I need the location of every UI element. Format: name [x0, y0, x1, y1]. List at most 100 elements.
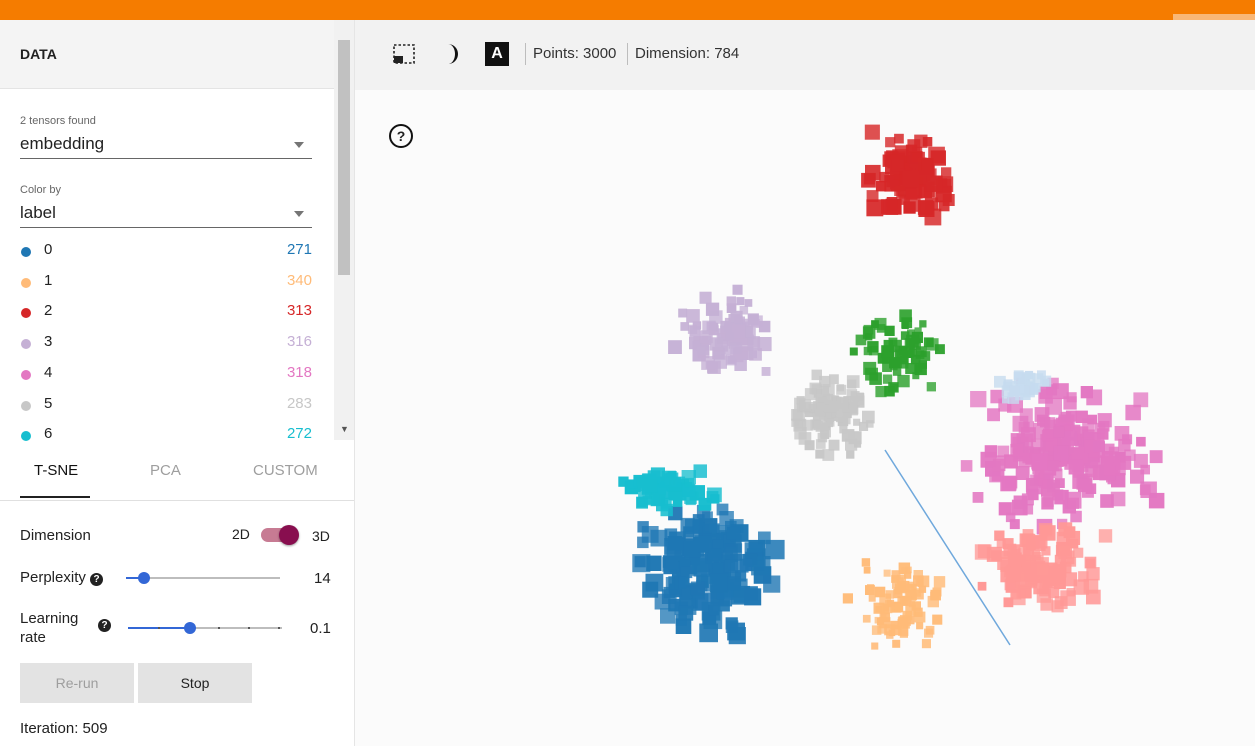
embedding-point[interactable]	[730, 342, 743, 354]
embedding-point[interactable]	[1100, 494, 1114, 508]
embedding-point[interactable]	[1097, 413, 1112, 428]
embedding-point[interactable]	[696, 346, 706, 356]
embedding-point[interactable]	[694, 535, 712, 552]
embedding-point[interactable]	[892, 639, 901, 648]
embedding-point[interactable]	[684, 477, 695, 488]
embedding-point[interactable]	[907, 139, 921, 153]
embedding-point[interactable]	[862, 410, 875, 424]
embedding-point[interactable]	[699, 623, 718, 643]
embedding-point[interactable]	[1005, 512, 1016, 523]
embedding-point[interactable]	[921, 159, 933, 171]
embedding-point[interactable]	[1010, 443, 1024, 457]
embedding-point[interactable]	[846, 375, 860, 388]
embedding-point[interactable]	[1139, 484, 1151, 496]
embedding-point[interactable]	[883, 569, 891, 577]
embedding-point[interactable]	[1133, 453, 1148, 468]
tab-custom[interactable]: CUSTOM	[253, 462, 318, 479]
embedding-point[interactable]	[879, 617, 891, 629]
embedding-point[interactable]	[661, 497, 672, 509]
embedding-point[interactable]	[1002, 396, 1010, 404]
embedding-point[interactable]	[798, 432, 812, 445]
embedding-point[interactable]	[710, 494, 720, 504]
embedding-point[interactable]	[628, 479, 637, 489]
embedding-point[interactable]	[897, 374, 910, 388]
embedding-point[interactable]	[727, 576, 741, 590]
embedding-point[interactable]	[690, 581, 705, 596]
embedding-point[interactable]	[977, 581, 987, 591]
embedding-point[interactable]	[1015, 554, 1027, 565]
embedding-point[interactable]	[820, 423, 829, 432]
embedding-point[interactable]	[1078, 478, 1092, 493]
embedding-point[interactable]	[859, 421, 869, 431]
stop-button[interactable]: Stop	[138, 663, 252, 703]
embedding-point[interactable]	[1060, 590, 1076, 606]
embedding-point[interactable]	[972, 492, 984, 503]
embedding-point[interactable]	[902, 170, 919, 188]
embedding-point[interactable]	[817, 432, 828, 443]
embedding-point[interactable]	[918, 585, 927, 593]
embedding-point[interactable]	[1047, 479, 1060, 493]
embedding-point[interactable]	[744, 299, 753, 307]
embedding-point[interactable]	[933, 576, 946, 588]
embedding-point[interactable]	[716, 503, 729, 516]
embedding-point[interactable]	[842, 593, 853, 604]
embedding-point[interactable]	[804, 388, 817, 401]
embedding-point[interactable]	[1060, 411, 1072, 423]
embedding-point[interactable]	[1039, 574, 1052, 586]
embedding-point[interactable]	[899, 309, 912, 322]
embedding-point[interactable]	[885, 137, 896, 148]
embedding-point[interactable]	[678, 605, 694, 621]
embedding-point[interactable]	[1086, 567, 1100, 581]
color-by-select[interactable]: label	[20, 201, 312, 228]
embedding-point[interactable]	[664, 473, 677, 486]
embedding-point[interactable]	[865, 585, 875, 595]
embedding-point[interactable]	[1031, 383, 1041, 393]
label-row-0[interactable]: 0 271	[20, 236, 312, 266]
tensor-select[interactable]: embedding	[20, 132, 312, 159]
embedding-point[interactable]	[829, 374, 839, 385]
embedding-point[interactable]	[685, 518, 700, 534]
embedding-point[interactable]	[896, 351, 908, 363]
embedding-point[interactable]	[960, 460, 973, 472]
rerun-button[interactable]: Re-run	[20, 663, 134, 703]
embedding-point[interactable]	[1031, 453, 1048, 470]
embedding-point[interactable]	[894, 603, 901, 610]
embedding-point[interactable]	[880, 605, 889, 615]
embedding-point[interactable]	[932, 614, 943, 625]
embedding-point[interactable]	[997, 557, 1011, 570]
embedding-point[interactable]	[905, 566, 912, 574]
embedding-point[interactable]	[799, 399, 812, 412]
embedding-point[interactable]	[765, 539, 785, 560]
embedding-point[interactable]	[1040, 525, 1056, 541]
embedding-point[interactable]	[987, 408, 1000, 422]
embedding-point[interactable]	[829, 400, 840, 411]
embedding-point[interactable]	[1048, 587, 1060, 599]
night-mode-icon[interactable]	[443, 42, 463, 66]
embedding-point[interactable]	[899, 629, 908, 638]
embedding-point[interactable]	[1044, 417, 1056, 429]
embedding-point[interactable]	[865, 164, 881, 181]
embedding-point[interactable]	[1052, 383, 1069, 400]
embedding-point[interactable]	[814, 409, 822, 417]
label-row-3[interactable]: 3 316	[20, 328, 312, 358]
embedding-point[interactable]	[761, 367, 771, 376]
embedding-point[interactable]	[1036, 563, 1049, 576]
embedding-point[interactable]	[1062, 430, 1078, 446]
embedding-point[interactable]	[1045, 397, 1062, 415]
embedding-point[interactable]	[1067, 497, 1079, 509]
embedding-point[interactable]	[1083, 578, 1099, 594]
embedding-point[interactable]	[680, 322, 690, 331]
embedding-point[interactable]	[919, 320, 927, 328]
label-row-4[interactable]: 4 318	[20, 359, 312, 389]
embedding-point[interactable]	[725, 331, 735, 341]
embedding-point[interactable]	[923, 337, 934, 348]
embedding-point[interactable]	[903, 201, 916, 214]
perplexity-slider-knob[interactable]	[138, 572, 150, 584]
help-icon[interactable]: ?	[90, 573, 104, 586]
label-toggle-icon[interactable]: A	[485, 42, 509, 66]
embedding-point[interactable]	[744, 586, 758, 601]
embedding-point[interactable]	[1068, 459, 1084, 475]
embedding-point[interactable]	[851, 392, 864, 406]
embedding-point[interactable]	[763, 575, 781, 593]
embedding-point[interactable]	[1039, 385, 1053, 399]
